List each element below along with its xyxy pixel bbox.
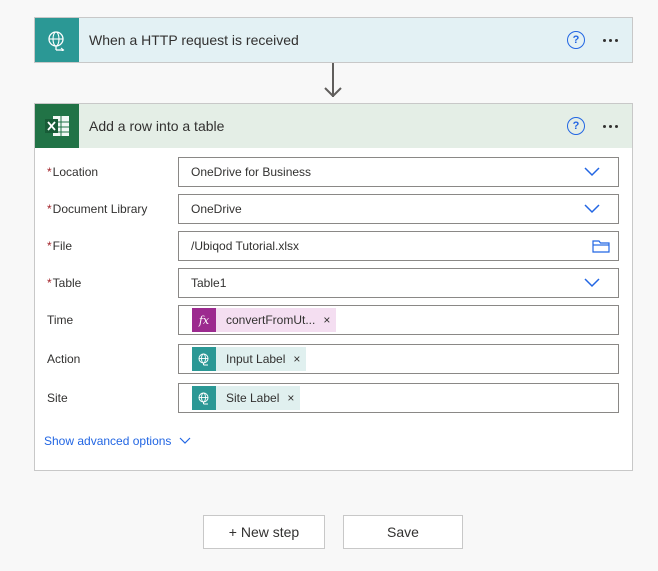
excel-icon [35,104,79,148]
dynamic-content-token[interactable]: Input Label × [192,347,307,371]
location-dropdown[interactable]: OneDrive for Business [178,157,619,187]
file-input[interactable]: /Ubiqod Tutorial.xlsx [178,231,619,261]
show-advanced-options-link[interactable]: Show advanced options [44,434,191,448]
trigger-header[interactable]: When a HTTP request is received ? [35,18,632,62]
help-icon[interactable]: ? [567,117,585,135]
field-label: Time [47,313,74,327]
more-options-icon[interactable] [603,124,618,128]
field-row-time: Time fx convertFromUt... × [35,305,632,337]
field-row-document-library: *Document Library OneDrive [35,194,632,226]
folder-icon[interactable] [592,239,610,253]
field-label: *Document Library [47,202,148,216]
connector-arrow [324,63,342,97]
action-title: Add a row into a table [89,118,225,134]
dynamic-content-token[interactable]: Site Label × [192,386,301,410]
action-field[interactable]: Input Label × [178,344,619,374]
field-label: *Table [47,276,82,290]
trigger-title: When a HTTP request is received [89,32,299,48]
save-button[interactable]: Save [343,515,463,549]
fx-icon: fx [192,308,216,332]
chevron-down-icon[interactable] [584,167,600,177]
more-options-icon[interactable] [603,38,618,42]
chevron-down-icon[interactable] [584,204,600,214]
help-icon[interactable]: ? [567,31,585,49]
field-row-table: *Table Table1 [35,268,632,300]
remove-token-icon[interactable]: × [323,313,330,327]
field-label: Action [47,352,81,366]
action-card[interactable]: Add a row into a table ? *Location OneDr… [34,103,633,471]
chevron-down-icon[interactable] [584,278,600,288]
document-library-dropdown[interactable]: OneDrive [178,194,619,224]
http-globe-icon [192,386,216,410]
trigger-card[interactable]: When a HTTP request is received ? [34,17,633,63]
remove-token-icon[interactable]: × [293,352,300,366]
field-label: *File [47,239,73,253]
token-label: Site Label [226,391,280,405]
remove-token-icon[interactable]: × [287,391,294,405]
expression-token[interactable]: fx convertFromUt... × [192,308,337,332]
time-field[interactable]: fx convertFromUt... × [178,305,619,335]
field-row-file: *File /Ubiqod Tutorial.xlsx [35,231,632,263]
chevron-down-icon [180,437,191,444]
new-step-button[interactable]: + New step [203,515,325,549]
token-label: convertFromUt... [226,313,316,327]
site-field[interactable]: Site Label × [178,383,619,413]
field-row-location: *Location OneDrive for Business [35,157,632,189]
token-label: Input Label [226,352,286,366]
field-row-site: Site Site Label × [35,383,632,415]
http-globe-icon [35,18,79,62]
field-label: Site [47,391,68,405]
field-row-action: Action Input Label × [35,344,632,376]
action-header[interactable]: Add a row into a table ? [35,104,632,148]
http-globe-icon [192,347,216,371]
table-dropdown[interactable]: Table1 [178,268,619,298]
field-label: *Location [47,165,99,179]
